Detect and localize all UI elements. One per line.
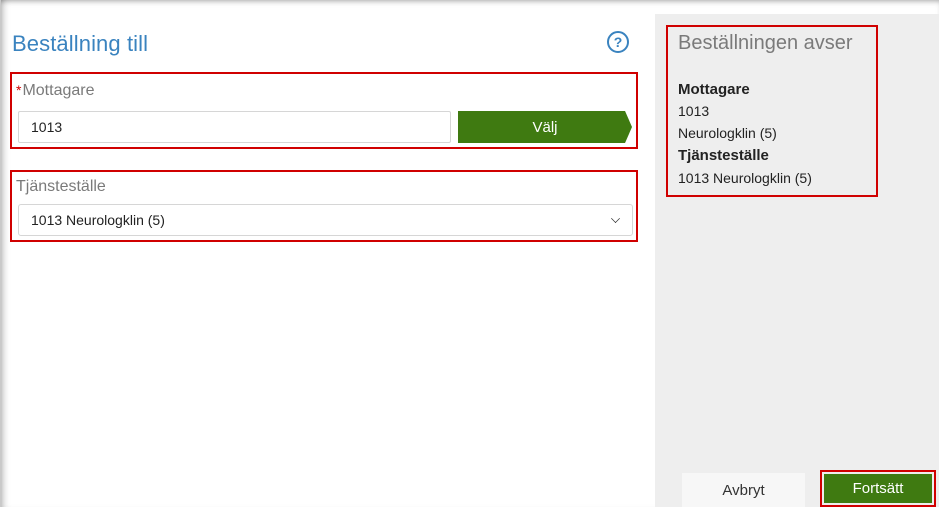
order-dialog: Beställning till ? *Mottagare Välj Tjäns… [0,0,939,507]
summary-mottagare-code: 1013 [678,103,710,119]
summary-title: Beställningen avser [678,32,853,54]
summary-tjanstestalle-value: 1013 Neurologklin (5) [678,170,812,186]
cancel-button[interactable]: Avbryt [682,473,805,507]
summary-mottagare-name: Neurologklin (5) [678,125,777,141]
page-title: Beställning till [12,31,149,56]
mottagare-label-text: Mottagare [22,82,95,99]
summary-tjanstestalle-heading: Tjänsteställe [678,147,769,164]
help-icon[interactable]: ? [607,31,629,53]
choose-recipient-button[interactable]: Välj [458,111,632,143]
chevron-down-icon [611,214,620,223]
tjanstestalle-select[interactable]: 1013 Neurologklin (5) [18,204,633,236]
continue-button[interactable]: Fortsätt [820,470,936,507]
mottagare-label: *Mottagare [16,82,95,100]
required-marker: * [16,82,22,98]
continue-button-label: Fortsätt [824,474,932,503]
summary-mottagare-heading: Mottagare [678,81,750,98]
tjanstestalle-label: Tjänsteställe [16,178,106,195]
tjanstestalle-selected-value: 1013 Neurologklin (5) [31,212,165,228]
mottagare-input[interactable] [18,111,451,143]
